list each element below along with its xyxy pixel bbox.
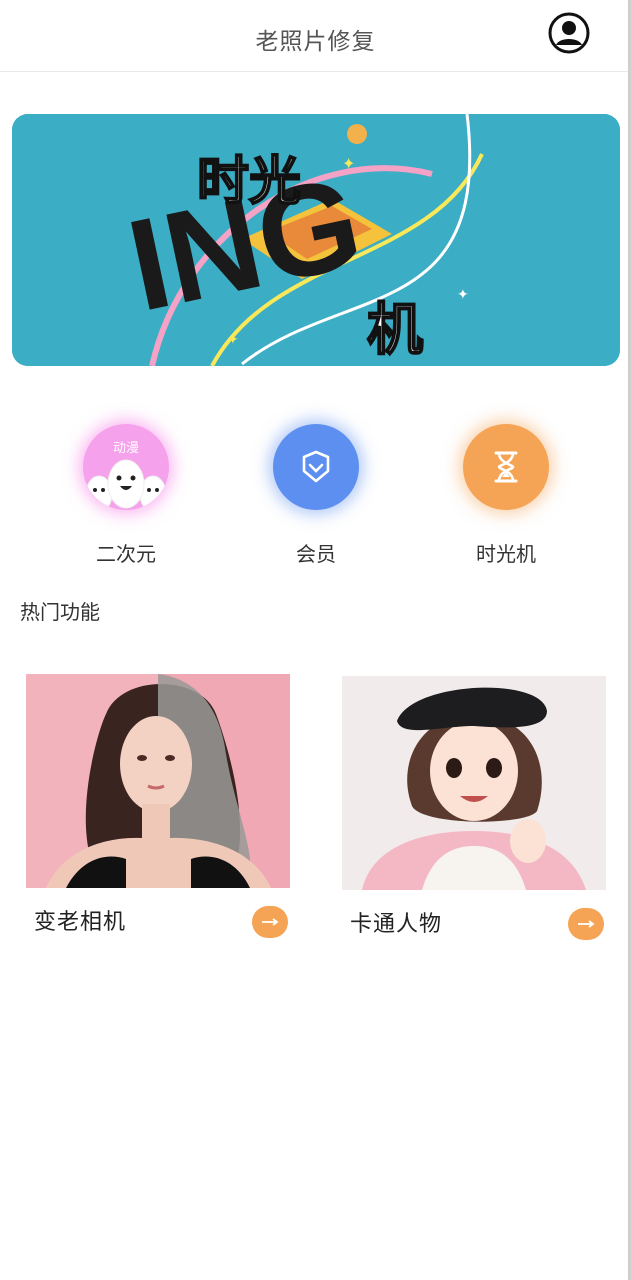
feature-card-title: 卡通人物 [350, 912, 443, 937]
app-header: 老照片修复 [0, 0, 631, 72]
cartoon-character-image [342, 676, 606, 890]
shield-check-icon [273, 424, 359, 510]
banner-title-line1: 时光 [197, 152, 301, 212]
quick-action-label: 二次元 [96, 542, 156, 566]
aging-camera-image [26, 674, 290, 888]
quick-action-time-machine[interactable]: 时光机 [426, 424, 586, 567]
svg-text:✦: ✦ [342, 154, 355, 173]
arrow-right-icon[interactable] [252, 906, 288, 938]
quick-action-anime[interactable]: 动漫 二次元 [46, 424, 206, 567]
quick-action-member[interactable]: 会员 [236, 424, 396, 567]
quick-action-label: 会员 [296, 542, 336, 566]
banner-title-line2: 机 [367, 298, 423, 363]
profile-button[interactable] [548, 12, 590, 54]
feature-card-cartoon-character[interactable]: 卡通人物 [342, 676, 606, 940]
quick-action-label: 时光机 [476, 542, 536, 566]
anime-faces-icon: 动漫 [83, 424, 169, 510]
section-title: 热门功能 [20, 600, 100, 624]
svg-text:✦: ✦ [457, 287, 469, 303]
svg-text:✦: ✦ [227, 332, 239, 348]
anime-icon-text: 动漫 [113, 441, 139, 456]
time-machine-banner[interactable]: ING 时光 机 ✦ ✦ ✦ [12, 114, 620, 366]
page-title: 老照片修复 [255, 29, 376, 55]
feature-card-title: 变老相机 [34, 910, 127, 935]
arrow-right-icon[interactable] [568, 908, 604, 940]
hourglass-icon [463, 424, 549, 510]
app-screen: 老照片修复 ING 时光 机 ✦ ✦ ✦ 动漫 二次元 会员 时光机 热门功能 … [0, 0, 631, 1280]
banner-illustration: ING 时光 机 ✦ ✦ ✦ [12, 114, 620, 366]
user-icon [548, 12, 590, 54]
feature-card-aging-camera[interactable]: 变老相机 [26, 674, 290, 938]
